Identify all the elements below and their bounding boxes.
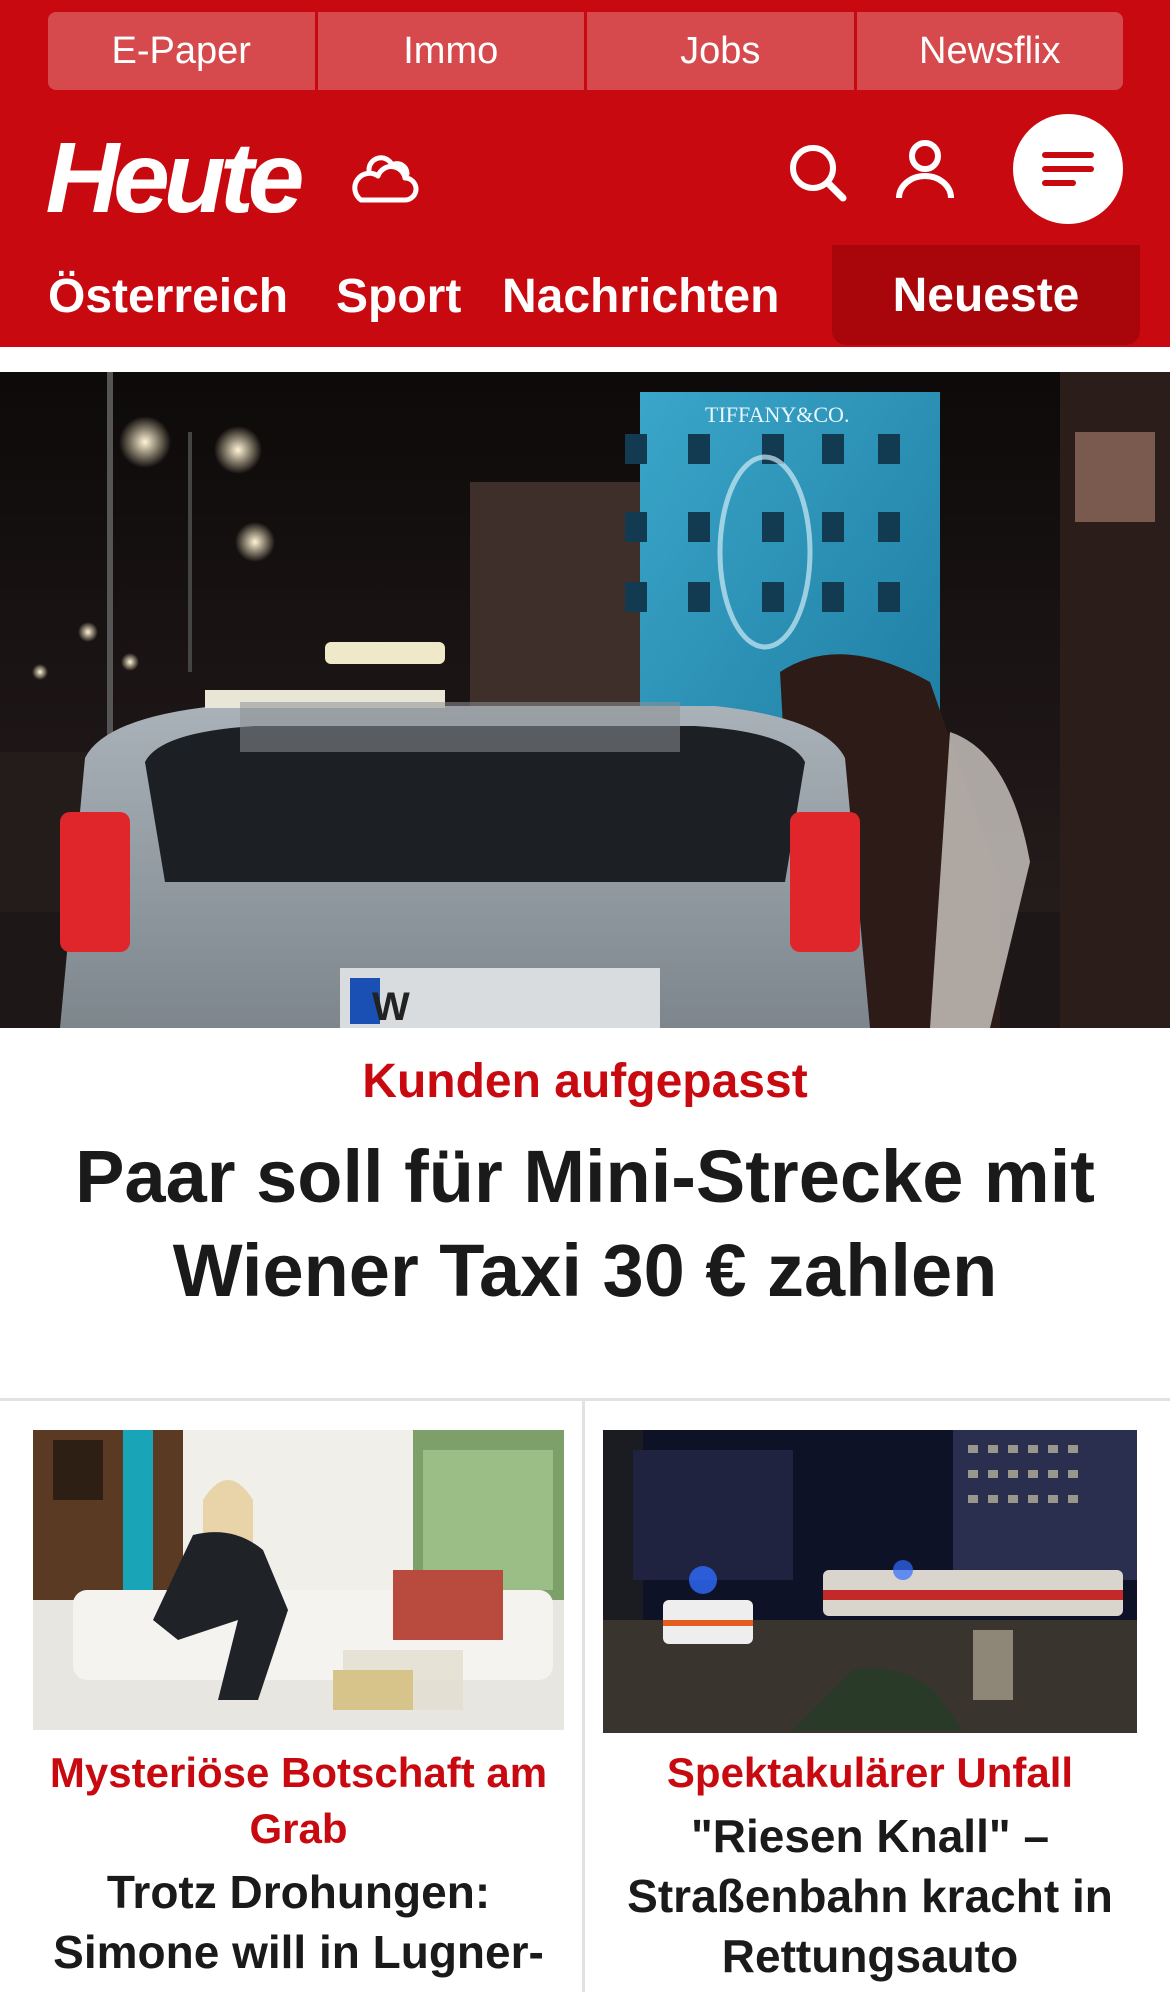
top-link-epaper[interactable]: E-Paper	[48, 12, 318, 90]
hero-photo: TIFFANY&CO. W	[0, 372, 1170, 1028]
main-nav: Österreich Sport Nachrichten Neueste	[0, 245, 1170, 347]
card-1-photo	[33, 1430, 564, 1730]
card-image-2[interactable]	[603, 1430, 1137, 1733]
card-2-kicker: Spektakulärer Unfall	[666, 1749, 1074, 1796]
hero-plate-text: W	[372, 985, 410, 1028]
site-header: E-Paper Immo Jobs Newsflix Heute	[0, 0, 1170, 245]
nav-item-sport[interactable]: Sport	[336, 269, 461, 324]
nav-item-oesterreich[interactable]: Österreich	[48, 269, 288, 324]
card-2-headline[interactable]: "Riesen Knall" – Straßenbahn kracht in R…	[600, 1806, 1140, 1986]
search-icon[interactable]	[785, 140, 849, 204]
menu-icon	[1042, 152, 1094, 186]
top-links-bar: E-Paper Immo Jobs Newsflix	[48, 12, 1123, 90]
card-1-headline[interactable]: Trotz Drohungen: Simone will in Lugner-	[33, 1862, 564, 1982]
card-image-1[interactable]	[33, 1430, 564, 1730]
nav-item-nachrichten[interactable]: Nachrichten	[502, 269, 779, 324]
hero-building-sign: TIFFANY&CO.	[705, 402, 849, 427]
top-link-newsflix[interactable]: Newsflix	[856, 12, 1123, 90]
weather-cloud-icon[interactable]	[345, 148, 425, 208]
nav-spacer	[0, 347, 1170, 372]
user-icon[interactable]	[893, 138, 957, 202]
card-2-photo	[603, 1430, 1137, 1733]
hero-headline[interactable]: Paar soll für Mini-Strecke mit Wiener Ta…	[40, 1130, 1130, 1318]
logo-row: Heute	[0, 110, 1170, 235]
top-link-jobs[interactable]: Jobs	[587, 12, 857, 90]
card-1-kicker: Mysteriöse Botschaft am Grab	[49, 1749, 548, 1852]
top-link-immo[interactable]: Immo	[317, 12, 587, 90]
menu-button[interactable]	[1013, 114, 1123, 224]
site-logo[interactable]: Heute	[46, 128, 305, 228]
hero-kicker: Kunden aufgepasst	[362, 1055, 808, 1108]
column-divider	[582, 1400, 585, 1992]
nav-item-neueste[interactable]: Neueste	[832, 245, 1140, 345]
section-divider	[0, 1398, 1170, 1401]
hero-image[interactable]: TIFFANY&CO. W	[0, 372, 1170, 1028]
